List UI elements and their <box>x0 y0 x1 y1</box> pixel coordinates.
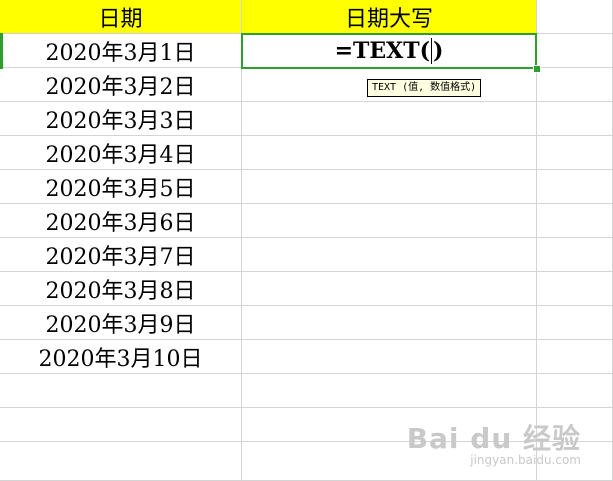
empty-cell[interactable] <box>537 374 613 408</box>
date-cell[interactable]: 2020年3月3日 <box>0 102 242 136</box>
header-label: 日期大写 <box>344 6 433 32</box>
empty-cell[interactable] <box>0 374 242 408</box>
empty-cell[interactable] <box>242 136 537 170</box>
empty-cell[interactable] <box>242 102 537 136</box>
date-value: 2020年3月10日 <box>38 346 203 372</box>
header-cell-date-upper[interactable]: 日期大写 <box>242 0 537 34</box>
formula-text: =TEXT( <box>334 38 430 64</box>
date-value: 2020年3月5日 <box>45 176 196 202</box>
baidu-jingyan-watermark: Bai du 经验 jingyan.baidu.com <box>407 417 581 467</box>
date-value: 2020年3月2日 <box>45 74 196 100</box>
empty-cell[interactable] <box>0 408 242 442</box>
header-label: 日期 <box>98 6 143 32</box>
empty-cell[interactable] <box>242 374 537 408</box>
empty-cell[interactable] <box>242 170 537 204</box>
empty-cell[interactable] <box>537 306 613 340</box>
date-cell[interactable]: 2020年3月6日 <box>0 204 242 238</box>
empty-cell[interactable] <box>242 340 537 374</box>
date-cell[interactable]: 2020年3月8日 <box>0 272 242 306</box>
date-cell[interactable]: 2020年3月1日 <box>0 34 242 68</box>
empty-cell[interactable] <box>537 34 613 68</box>
empty-cell[interactable] <box>0 442 242 481</box>
date-cell[interactable]: 2020年3月7日 <box>0 238 242 272</box>
spreadsheet-grid[interactable]: 日期 日期大写 2020年3月1日 2020年3月2日 2020年3月3日 20… <box>0 0 613 481</box>
empty-cell[interactable] <box>537 340 613 374</box>
date-value: 2020年3月3日 <box>45 108 196 134</box>
row-selection-marker <box>0 33 3 69</box>
watermark-brand: Bai du 经验 <box>406 422 581 455</box>
empty-cell[interactable] <box>537 272 613 306</box>
date-cell[interactable]: 2020年3月4日 <box>0 136 242 170</box>
empty-cell[interactable] <box>242 204 537 238</box>
date-value: 2020年3月6日 <box>45 210 196 236</box>
empty-cell[interactable] <box>537 136 613 170</box>
fill-handle[interactable] <box>533 65 541 73</box>
date-value: 2020年3月9日 <box>45 312 196 338</box>
date-value: 2020年3月7日 <box>45 244 196 270</box>
date-value: 2020年3月1日 <box>45 40 196 66</box>
empty-cell[interactable] <box>242 306 537 340</box>
empty-cell[interactable] <box>537 170 613 204</box>
empty-cell[interactable] <box>537 0 613 34</box>
empty-cell[interactable] <box>537 204 613 238</box>
empty-cell[interactable] <box>537 102 613 136</box>
empty-cell[interactable] <box>537 68 613 102</box>
date-cell[interactable]: 2020年3月9日 <box>0 306 242 340</box>
date-cell[interactable]: 2020年3月2日 <box>0 68 242 102</box>
function-hint-tooltip[interactable]: TEXT (值, 数值格式) <box>367 79 482 97</box>
empty-cell[interactable] <box>242 272 537 306</box>
active-cell-formula-editor[interactable]: =TEXT() <box>241 33 537 69</box>
date-cell[interactable]: 2020年3月5日 <box>0 170 242 204</box>
formula-text-closing: ) <box>433 38 444 64</box>
date-value: 2020年3月4日 <box>45 142 196 168</box>
header-cell-date[interactable]: 日期 <box>0 0 242 34</box>
text-cursor <box>431 38 432 64</box>
empty-cell[interactable] <box>242 238 537 272</box>
date-cell[interactable]: 2020年3月10日 <box>0 340 242 374</box>
empty-cell[interactable] <box>537 238 613 272</box>
date-value: 2020年3月8日 <box>45 278 196 304</box>
